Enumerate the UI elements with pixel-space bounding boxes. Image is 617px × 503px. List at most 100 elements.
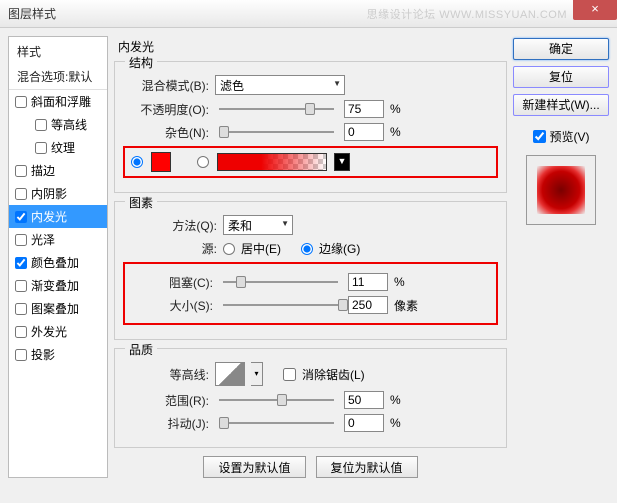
gradient-picker[interactable] [217, 153, 327, 171]
blend-mode-select[interactable]: 滤色 [215, 75, 345, 95]
contour-dropdown[interactable]: ▾ [251, 362, 263, 386]
elements-legend: 图素 [125, 194, 157, 211]
style-item-10[interactable]: 外发光 [9, 320, 107, 343]
style-label: 等高线 [51, 116, 87, 133]
style-item-5[interactable]: 内发光 [9, 205, 107, 228]
style-item-11[interactable]: 投影 [9, 343, 107, 366]
style-item-4[interactable]: 内阴影 [9, 182, 107, 205]
style-checkbox[interactable] [15, 303, 27, 315]
style-checkbox[interactable] [15, 234, 27, 246]
size-input[interactable] [348, 296, 388, 314]
style-label: 内发光 [31, 208, 67, 225]
style-checkbox[interactable] [35, 119, 47, 131]
size-label: 大小(S): [131, 297, 213, 314]
sidebar-header: 样式 [9, 39, 107, 64]
noise-slider[interactable] [219, 131, 334, 133]
style-label: 颜色叠加 [31, 254, 79, 271]
source-edge-radio[interactable] [301, 243, 313, 255]
unit-percent: % [390, 102, 414, 116]
size-slider[interactable] [223, 304, 338, 306]
right-panel: 确定 复位 新建样式(W)... 预览(V) [513, 36, 609, 478]
style-item-7[interactable]: 颜色叠加 [9, 251, 107, 274]
solid-color-radio[interactable] [131, 156, 143, 168]
color-highlight-box: ▼ [123, 146, 498, 178]
blend-mode-label: 混合模式(B): [127, 77, 209, 94]
range-label: 范围(R): [127, 392, 209, 409]
source-center-label: 居中(E) [241, 240, 281, 257]
source-label: 源: [127, 240, 217, 257]
style-checkbox[interactable] [15, 188, 27, 200]
quality-group: 品质 等高线: ▾ 消除锯齿(L) 范围(R): % 抖动(J): % [114, 348, 507, 448]
jitter-label: 抖动(J): [127, 415, 209, 432]
style-label: 外发光 [31, 323, 67, 340]
range-input[interactable] [344, 391, 384, 409]
structure-legend: 结构 [125, 54, 157, 71]
sidebar-blend-default[interactable]: 混合选项:默认 [9, 64, 107, 90]
style-item-6[interactable]: 光泽 [9, 228, 107, 251]
style-label: 图案叠加 [31, 300, 79, 317]
style-item-2[interactable]: 纹理 [9, 136, 107, 159]
style-item-3[interactable]: 描边 [9, 159, 107, 182]
slider-thumb[interactable] [338, 299, 348, 311]
style-label: 描边 [31, 162, 55, 179]
source-center-radio[interactable] [223, 243, 235, 255]
contour-picker[interactable] [215, 362, 245, 386]
style-checkbox[interactable] [15, 211, 27, 223]
antialias-label: 消除锯齿(L) [302, 366, 365, 383]
center-panel: 内发光 结构 混合模式(B): 滤色 不透明度(O): % 杂色(N): % [114, 36, 507, 478]
style-item-9[interactable]: 图案叠加 [9, 297, 107, 320]
style-label: 纹理 [51, 139, 75, 156]
slider-thumb[interactable] [219, 417, 229, 429]
color-swatch[interactable] [151, 152, 171, 172]
slider-thumb[interactable] [219, 126, 229, 138]
reset-button[interactable]: 复位 [513, 66, 609, 88]
method-label: 方法(Q): [127, 217, 217, 234]
gradient-dropdown[interactable]: ▼ [334, 153, 350, 171]
style-checkbox[interactable] [15, 349, 27, 361]
style-item-1[interactable]: 等高线 [9, 113, 107, 136]
titlebar: 图层样式 思缘设计论坛 WWW.MISSYUAN.COM × [0, 0, 617, 28]
unit-percent: % [390, 393, 414, 407]
bottom-buttons: 设置为默认值 复位为默认值 [114, 456, 507, 478]
close-button[interactable]: × [573, 0, 617, 20]
style-checkbox[interactable] [15, 280, 27, 292]
watermark: 思缘设计论坛 WWW.MISSYUAN.COM [367, 6, 567, 22]
choke-input[interactable] [348, 273, 388, 291]
ok-button[interactable]: 确定 [513, 38, 609, 60]
main-area: 样式 混合选项:默认 斜面和浮雕等高线纹理描边内阴影内发光光泽颜色叠加渐变叠加图… [0, 28, 617, 486]
elements-group: 图素 方法(Q): 柔和 源: 居中(E) 边缘(G) 阻塞(C): % [114, 201, 507, 340]
style-checkbox[interactable] [15, 257, 27, 269]
window-title: 图层样式 [8, 5, 56, 22]
reset-default-button[interactable]: 复位为默认值 [316, 456, 418, 478]
contour-label: 等高线: [127, 366, 209, 383]
style-checkbox[interactable] [35, 142, 47, 154]
panel-title: 内发光 [114, 36, 507, 57]
slider-thumb[interactable] [277, 394, 287, 406]
make-default-button[interactable]: 设置为默认值 [203, 456, 305, 478]
method-select[interactable]: 柔和 [223, 215, 293, 235]
jitter-slider[interactable] [219, 422, 334, 424]
style-checkbox[interactable] [15, 326, 27, 338]
new-style-button[interactable]: 新建样式(W)... [513, 94, 609, 116]
noise-label: 杂色(N): [127, 124, 209, 141]
style-item-8[interactable]: 渐变叠加 [9, 274, 107, 297]
choke-size-highlight: 阻塞(C): % 大小(S): 像素 [123, 262, 498, 325]
choke-slider[interactable] [223, 281, 338, 283]
styles-sidebar: 样式 混合选项:默认 斜面和浮雕等高线纹理描边内阴影内发光光泽颜色叠加渐变叠加图… [8, 36, 108, 478]
slider-thumb[interactable] [305, 103, 315, 115]
preview-checkbox[interactable] [533, 130, 546, 143]
style-checkbox[interactable] [15, 96, 27, 108]
antialias-checkbox[interactable] [283, 368, 296, 381]
style-label: 渐变叠加 [31, 277, 79, 294]
gradient-radio[interactable] [197, 156, 209, 168]
preview-box [526, 155, 596, 225]
opacity-slider[interactable] [219, 108, 334, 110]
style-label: 光泽 [31, 231, 55, 248]
style-checkbox[interactable] [15, 165, 27, 177]
noise-input[interactable] [344, 123, 384, 141]
slider-thumb[interactable] [236, 276, 246, 288]
opacity-input[interactable] [344, 100, 384, 118]
jitter-input[interactable] [344, 414, 384, 432]
style-item-0[interactable]: 斜面和浮雕 [9, 90, 107, 113]
range-slider[interactable] [219, 399, 334, 401]
